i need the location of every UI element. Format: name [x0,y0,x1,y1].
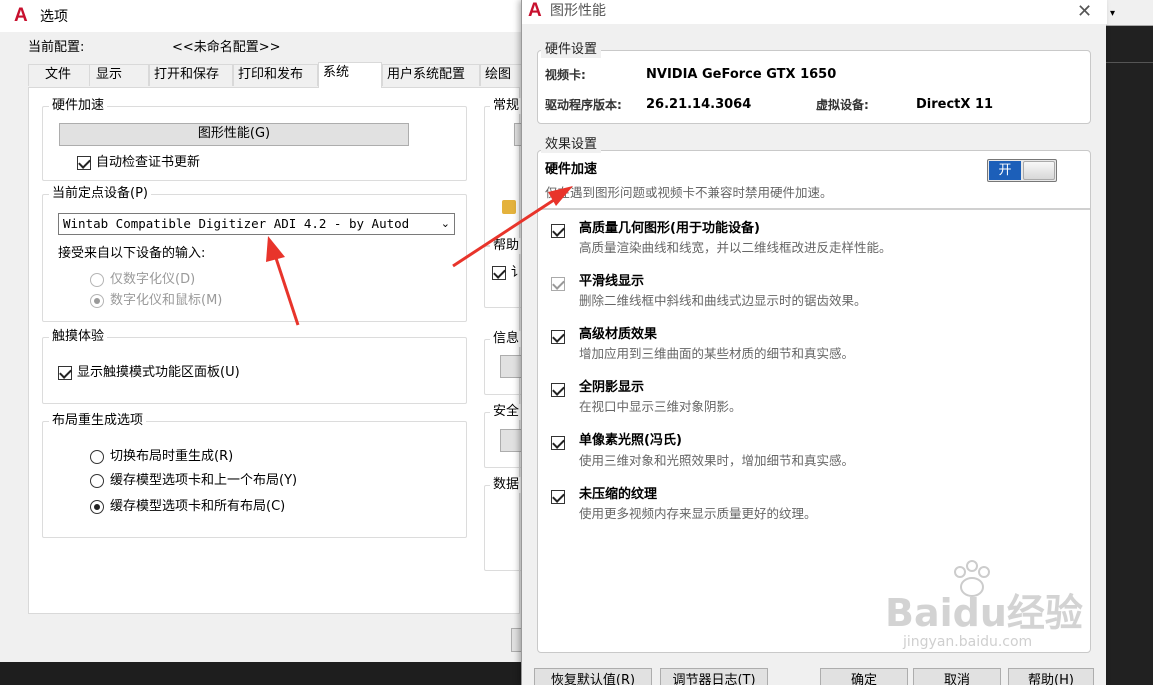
arrow-to-dropdown [266,236,300,326]
tab-system[interactable]: 系统 [318,62,382,88]
arrow-to-hw-accel [452,186,573,268]
watermark-url: jingyan.baidu.com [903,634,1033,650]
baidu-watermark: Baidu经验 jingyan.baidu.com [885,560,1083,660]
watermark-brand: Baidu经验 [885,591,1083,635]
